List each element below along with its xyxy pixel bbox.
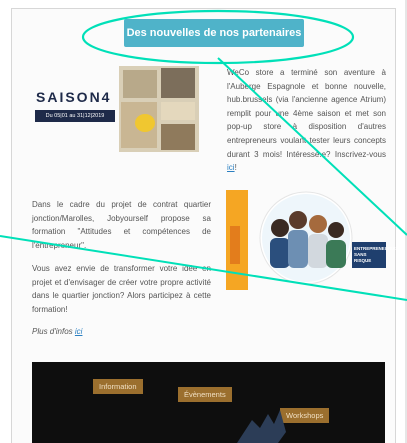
jobyourself-para1: Dans le cadre du projet de contrat quart… <box>32 200 211 250</box>
saison-dates: Du 05|01 au 31|12|2019 <box>35 110 115 122</box>
entrepreneur-badge-text: ENTREPRENEURIAT SANS RISQUE <box>354 246 399 263</box>
jobyourself-para2: Vous avez envie de transformer votre idé… <box>32 264 211 314</box>
video-thumbnail[interactable]: Information Évènements Workshops <box>32 362 385 443</box>
more-info-prefix: Plus d'infos <box>32 327 73 336</box>
weco-suffix: ! <box>234 163 237 173</box>
photo-collage <box>119 66 199 152</box>
more-info-line: Plus d'infos ici <box>32 325 211 339</box>
video-silhouette-icon <box>237 410 286 443</box>
more-info-link[interactable]: ici <box>75 327 83 336</box>
saison4-image: SAISON4 Du 05|01 au 31|12|2019 <box>31 64 213 159</box>
weco-store-body: WeCo store a terminé son aventure à l'Au… <box>227 68 386 159</box>
entrepreneurs-group-image: ENTREPRENEURIAT SANS RISQUE <box>226 190 399 290</box>
weco-store-text: WeCo store a terminé son aventure à l'Au… <box>227 66 386 175</box>
partners-header-button[interactable]: Des nouvelles de nos partenaires <box>124 19 304 47</box>
weco-signup-link[interactable]: ici <box>227 163 235 172</box>
saison-title: SAISON4 <box>36 89 112 105</box>
